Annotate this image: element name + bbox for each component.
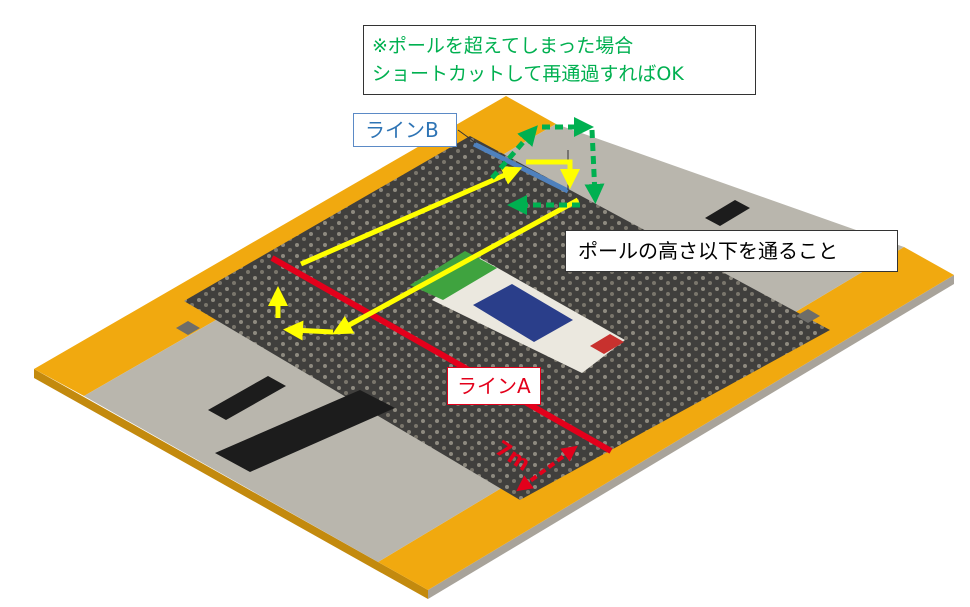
pole-height-note: ポールの高さ以下を通ること xyxy=(565,230,898,272)
shortcut-note-line2: ショートカットして再通過すればOK xyxy=(372,63,684,85)
line-b-label: ラインB xyxy=(353,113,457,147)
shortcut-note: ※ポールを超えてしまった場合 ショートカットして再通過すればOK xyxy=(363,25,756,95)
route-left-turn xyxy=(283,320,334,341)
line-a-label: ラインA xyxy=(447,367,541,405)
shortcut-note-line1: ※ポールを超えてしまった場合 xyxy=(372,35,634,57)
